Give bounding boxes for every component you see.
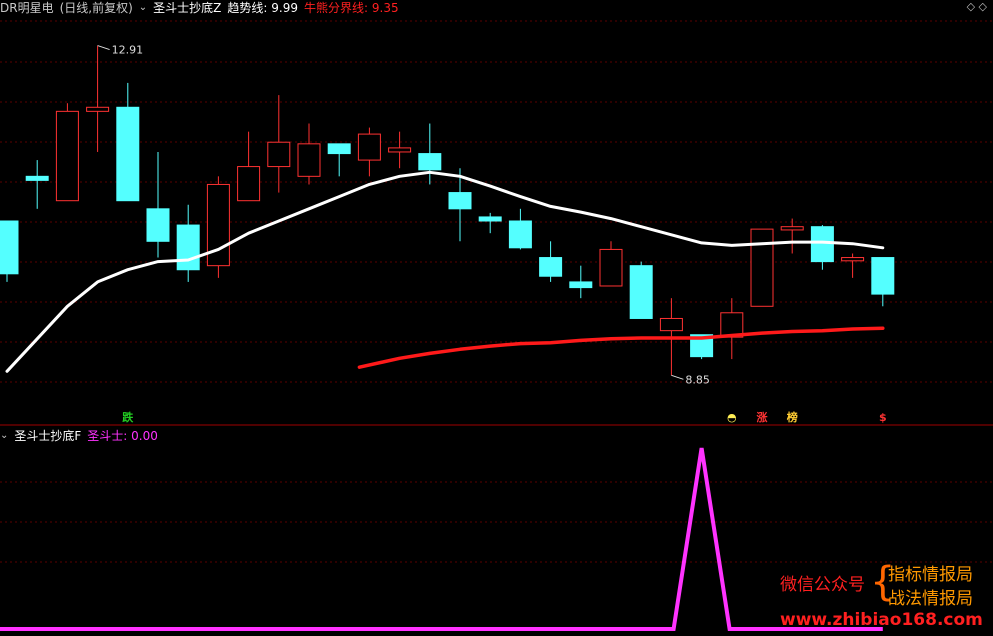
watermark: 微信公众号 { 指标情报局 战法情报局 www.zhibiao168.com <box>780 560 990 636</box>
candles <box>0 45 895 376</box>
annotation-leader <box>671 374 684 380</box>
trend-label: 趋势线: <box>227 1 268 15</box>
watermark-right-1: 指标情报局 <box>888 565 973 585</box>
candle-body <box>55 110 79 202</box>
bull-label: 牛熊分界线: <box>304 1 369 15</box>
price-annotation: 12.91 <box>112 44 144 57</box>
indicator-main-name[interactable]: 圣斗士抄底Z <box>153 0 221 16</box>
candle-body <box>871 257 895 295</box>
candle-body <box>388 147 412 153</box>
bull-bear-line <box>357 326 885 369</box>
signal-marker: 跌 <box>122 410 134 424</box>
candle-body <box>569 281 593 289</box>
candle-body <box>327 143 351 155</box>
candle-body <box>237 166 261 202</box>
signal-marker: 涨 <box>757 410 768 424</box>
candle-body <box>478 216 502 222</box>
watermark-right-2: 战法情报局 <box>888 589 973 609</box>
candle-body <box>539 257 563 277</box>
candle-body <box>86 106 110 112</box>
stock-name[interactable]: DR明星电 <box>0 0 54 16</box>
candle-body <box>448 192 472 210</box>
annotation-leader <box>97 45 110 51</box>
indicator-sub-name[interactable]: 圣斗士抄底F <box>14 428 81 444</box>
signal-marker: $ <box>879 411 887 424</box>
candle-body <box>810 226 834 263</box>
window-controls-icon[interactable]: ◇ ◇ <box>967 0 987 13</box>
signal-marker: ◓ <box>727 411 737 424</box>
chevron-down-icon[interactable]: ⌄ <box>0 428 8 444</box>
trend-value: 9.99 <box>271 1 298 15</box>
sds-value: 0.00 <box>131 429 158 443</box>
chevron-down-icon[interactable]: ⌄ <box>139 0 147 16</box>
candle-body <box>25 175 49 181</box>
candle-body <box>780 226 804 231</box>
candle-body <box>297 143 321 177</box>
candle-body <box>176 224 200 271</box>
sub-panel <box>0 447 883 631</box>
candle-body <box>659 317 683 332</box>
candle-body <box>841 257 865 262</box>
watermark-left: 微信公众号 <box>780 575 865 595</box>
candle-body <box>357 133 381 161</box>
sds-label: 圣斗士: <box>87 429 128 443</box>
adjust-mode[interactable]: (日线,前复权) <box>60 0 133 16</box>
candle-body <box>418 153 442 171</box>
candle-body <box>599 248 623 287</box>
sds-line <box>0 447 883 631</box>
sub-panel-header: ⌄ 圣斗士抄底F 圣斗士: 0.00 <box>0 428 158 444</box>
candle-body <box>267 141 291 168</box>
candle-body <box>146 208 170 242</box>
candle-body <box>629 265 653 319</box>
bull-value: 9.35 <box>371 1 399 15</box>
candle-body <box>750 228 774 307</box>
chart-canvas: 12.91 8.85 跌 ◓ 涨 榜 $ <box>0 20 993 631</box>
signal-marker: 榜 <box>787 410 798 424</box>
candle-body <box>508 220 532 249</box>
price-annotation: 8.85 <box>685 373 710 386</box>
main-panel-header: DR明星电 (日线,前复权) ⌄ 圣斗士抄底Z 趋势线: 9.99 牛熊分界线: … <box>0 0 399 16</box>
candle-body <box>0 220 19 275</box>
watermark-url: www.zhibiao168.com <box>780 610 983 630</box>
candle-body <box>116 106 140 202</box>
gridlines <box>0 20 993 563</box>
